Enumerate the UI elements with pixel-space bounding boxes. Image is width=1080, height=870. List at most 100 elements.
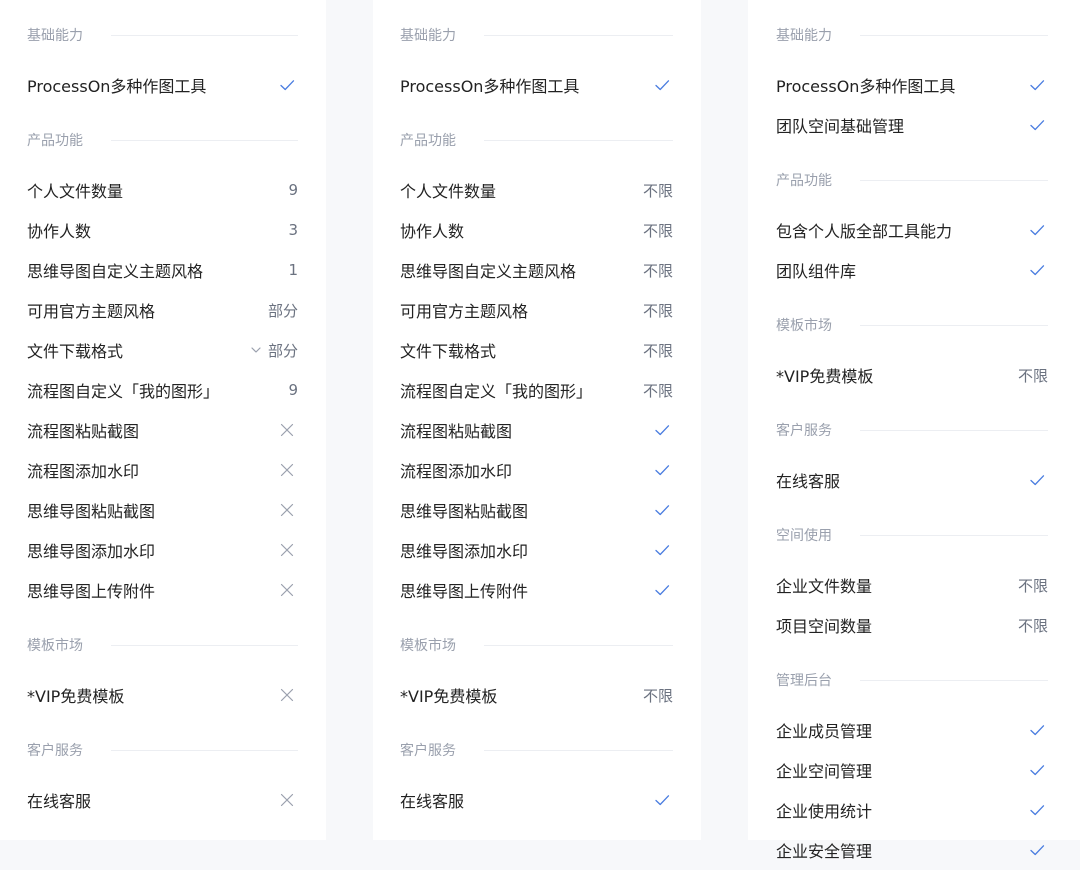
feature-value xyxy=(279,582,298,598)
feature-value xyxy=(279,422,298,438)
feature-row: 企业使用统计 xyxy=(776,790,1048,830)
feature-row: 思维导图粘贴截图 xyxy=(400,490,673,530)
feature-value: 不限 xyxy=(643,260,673,281)
check-icon xyxy=(1029,762,1045,778)
value-text: 不限 xyxy=(642,261,673,280)
feature-label: 思维导图粘贴截图 xyxy=(400,502,529,521)
feature-label: 文件下载格式 xyxy=(400,342,497,361)
feature-value xyxy=(279,77,298,93)
divider xyxy=(111,34,298,36)
cross-icon xyxy=(279,422,295,438)
feature-value: 不限 xyxy=(643,300,673,321)
feature-row: 流程图粘贴截图 xyxy=(400,410,673,450)
feature-value: 不限 xyxy=(643,180,673,201)
feature-row: *VIP免费模板 xyxy=(27,675,298,715)
cross-icon xyxy=(279,582,295,598)
plan-column-3: 基础能力 ProcessOn多种作图工具 团队空间基础管理 产品功能 包含个人版全部工具… xyxy=(748,0,1080,861)
feature-value: 不限 xyxy=(643,220,673,241)
divider xyxy=(484,749,673,751)
divider xyxy=(484,644,673,646)
feature-label: ProcessOn多种作图工具 xyxy=(27,77,207,96)
feature-value xyxy=(279,792,298,808)
check-icon xyxy=(654,422,670,438)
divider xyxy=(111,644,298,646)
feature-row: 项目空间数量 不限 xyxy=(776,605,1048,645)
section-title: 基础能力 xyxy=(27,28,83,44)
section-title: 管理后台 xyxy=(776,673,832,689)
value-text: 不限 xyxy=(1017,366,1048,385)
feature-label: 思维导图添加水印 xyxy=(400,542,529,561)
value-text: 不限 xyxy=(642,341,673,360)
feature-value xyxy=(1029,842,1048,858)
feature-row: 思维导图添加水印 xyxy=(400,530,673,570)
feature-label: 项目空间数量 xyxy=(776,617,873,636)
feature-label: 思维导图上传附件 xyxy=(400,582,529,601)
check-icon xyxy=(654,542,670,558)
feature-row: 思维导图粘贴截图 xyxy=(27,490,298,530)
divider xyxy=(860,429,1048,431)
plan-column-1: 基础能力 ProcessOn多种作图工具 产品功能 个人文件数量 9 协作人数 3 思维导图自… xyxy=(0,0,326,840)
feature-value: 9 xyxy=(288,181,298,199)
feature-label: 流程图自定义「我的图形」 xyxy=(400,382,593,401)
feature-value xyxy=(654,792,673,808)
section-title: 空间使用 xyxy=(776,528,832,544)
feature-value: 1 xyxy=(288,261,298,279)
feature-row: 企业空间管理 xyxy=(776,750,1048,790)
divider xyxy=(860,534,1048,536)
feature-value[interactable]: 部分 xyxy=(250,340,298,361)
value-text: 不限 xyxy=(642,301,673,320)
feature-value xyxy=(654,462,673,478)
feature-value: 部分 xyxy=(268,300,298,321)
feature-row: 文件下载格式 不限 xyxy=(400,330,673,370)
feature-row: 流程图添加水印 xyxy=(400,450,673,490)
feature-label: 流程图自定义「我的图形」 xyxy=(27,382,220,401)
divider xyxy=(860,324,1048,326)
feature-row: 流程图自定义「我的图形」 9 xyxy=(27,370,298,410)
feature-row: ProcessOn多种作图工具 xyxy=(400,65,673,105)
feature-value xyxy=(1029,77,1048,93)
feature-label: 流程图粘贴截图 xyxy=(27,422,140,441)
feature-row: 在线客服 xyxy=(400,780,673,820)
section-header: 基础能力 xyxy=(776,15,1048,55)
feature-label: 思维导图粘贴截图 xyxy=(27,502,156,521)
feature-value: 不限 xyxy=(1018,365,1048,386)
value-text: 1 xyxy=(288,261,298,279)
feature-label: 在线客服 xyxy=(776,472,841,491)
chevron-down-icon[interactable] xyxy=(250,344,262,356)
section-title: 模板市场 xyxy=(27,638,83,654)
feature-row: *VIP免费模板 不限 xyxy=(776,355,1048,395)
feature-row: 思维导图自定义主题风格 1 xyxy=(27,250,298,290)
value-text: 部分 xyxy=(267,301,298,320)
section-title: 模板市场 xyxy=(400,638,456,654)
feature-label: *VIP免费模板 xyxy=(776,367,874,386)
check-icon xyxy=(1029,722,1045,738)
divider xyxy=(860,34,1048,36)
feature-row: 思维导图上传附件 xyxy=(27,570,298,610)
section-title: 产品功能 xyxy=(400,133,456,149)
feature-row: 包含个人版全部工具能力 xyxy=(776,210,1048,250)
feature-row: 企业成员管理 xyxy=(776,710,1048,750)
cross-icon xyxy=(279,687,295,703)
feature-label: 在线客服 xyxy=(27,792,92,811)
divider xyxy=(860,679,1048,681)
feature-row: 可用官方主题风格 不限 xyxy=(400,290,673,330)
value-text: 9 xyxy=(288,381,298,399)
feature-label: 个人文件数量 xyxy=(27,182,124,201)
section-header: 客户服务 xyxy=(27,730,298,770)
feature-value xyxy=(654,77,673,93)
feature-value xyxy=(654,502,673,518)
plan-feature-list: 基础能力 ProcessOn多种作图工具 团队空间基础管理 产品功能 包含个人版全部工具… xyxy=(776,0,1048,870)
check-icon xyxy=(654,582,670,598)
feature-label: 企业成员管理 xyxy=(776,722,873,741)
cross-icon xyxy=(279,542,295,558)
plan-feature-list: 基础能力 ProcessOn多种作图工具 产品功能 个人文件数量 不限 协作人数 不限 思维导… xyxy=(400,0,673,820)
feature-value xyxy=(1029,722,1048,738)
feature-label: 可用官方主题风格 xyxy=(400,302,529,321)
divider xyxy=(111,139,298,141)
feature-label: 协作人数 xyxy=(400,222,465,241)
divider xyxy=(484,139,673,141)
feature-label: 流程图添加水印 xyxy=(400,462,513,481)
value-text: 不限 xyxy=(642,221,673,240)
feature-row: 团队组件库 xyxy=(776,250,1048,290)
feature-value xyxy=(654,422,673,438)
